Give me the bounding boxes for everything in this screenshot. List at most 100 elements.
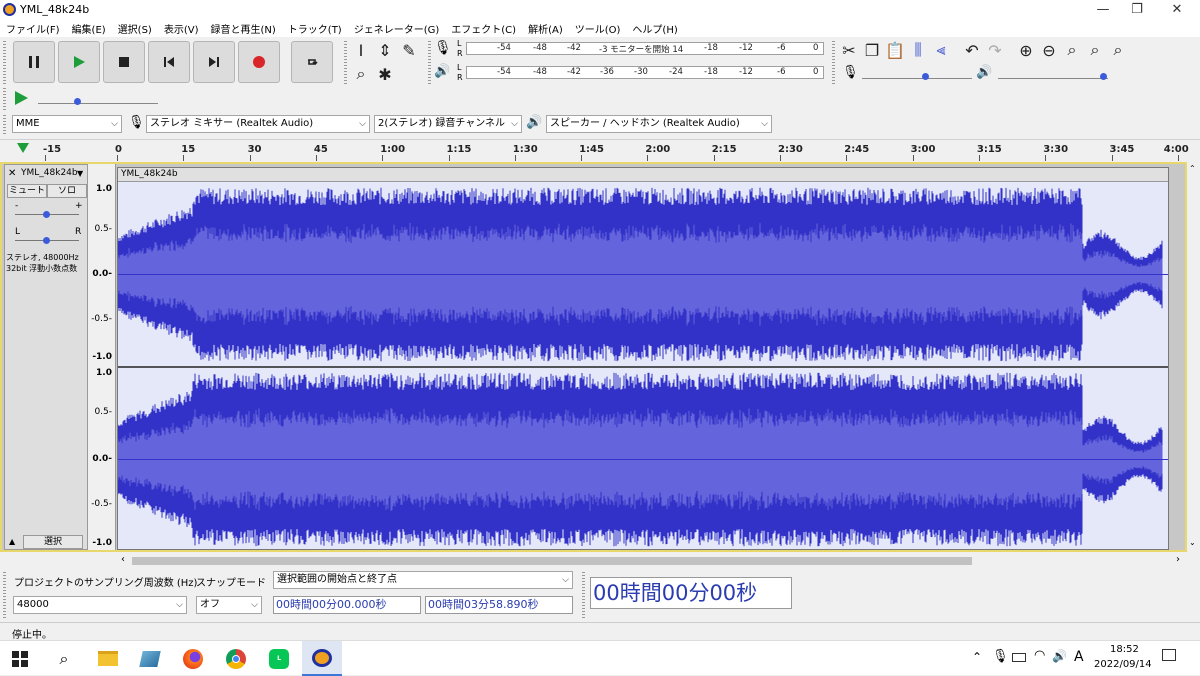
windows-start-icon[interactable] (0, 641, 40, 676)
app-icon[interactable] (130, 641, 170, 676)
recording-channels-select[interactable]: 2(ステレオ) 録音チャンネル ⌵ (374, 115, 522, 133)
snap-select[interactable]: オフ ⌵ (196, 596, 262, 614)
mute-button[interactable]: ミュート (7, 184, 47, 198)
cut-icon[interactable]: ✂ (838, 39, 860, 61)
playback-device-select[interactable]: スピーカー / ヘッドホン (Realtek Audio) ⌵ (546, 115, 772, 133)
select-track-button[interactable]: 選択 (23, 535, 83, 549)
network-icon[interactable]: ◠ (1034, 648, 1045, 663)
transport-toolbar (13, 41, 333, 83)
waveform[interactable] (118, 183, 1168, 549)
zoom-in-icon[interactable]: ⊕ (1015, 39, 1037, 61)
microphone-icon[interactable]: 🎙 (434, 40, 452, 56)
input-volume-icon: 🎙 (842, 65, 859, 80)
clock-date[interactable]: 2022/09/14 (1094, 659, 1152, 670)
project-rate-select[interactable]: 48000 ⌵ (13, 596, 187, 614)
play-speed-slider[interactable] (38, 90, 158, 105)
line-icon[interactable]: L (259, 641, 299, 676)
record-meter[interactable]: -54 -48 -42 -3 モニターを開始 14 -18 -12 -6 0 (466, 42, 824, 55)
menu-transport[interactable]: 録音と再生(N) (205, 19, 282, 37)
output-volume-icon: 🔊 (976, 65, 993, 80)
search-icon[interactable]: ⌕ (44, 641, 84, 676)
clip-title-bar[interactable]: YML_48k24b (118, 168, 1168, 182)
selection-tool-icon[interactable]: I (350, 39, 372, 61)
play-button[interactable] (58, 41, 100, 83)
zoom-tool-icon[interactable]: ⌕ (350, 63, 372, 85)
ime-indicator[interactable]: A (1074, 649, 1084, 665)
selection-end-time[interactable]: 00時間03分58.890秒 (425, 596, 573, 614)
menu-effect[interactable]: エフェクト(C) (445, 19, 522, 37)
multi-tool-icon[interactable]: ✱ (374, 63, 396, 85)
track-menu-chevron-icon[interactable]: ▼ (77, 169, 83, 178)
play-icon (74, 56, 85, 68)
selection-mode-select[interactable]: 選択範囲の開始点と終了点 ⌵ (273, 571, 573, 589)
menu-file[interactable]: ファイル(F) (0, 19, 66, 37)
vertical-scrollbar[interactable]: ⌃ ⌄ (1187, 162, 1200, 552)
mic-tray-icon[interactable]: 🎙 (992, 649, 1009, 664)
audio-clip[interactable]: YML_48k24b (117, 167, 1169, 550)
solo-button[interactable]: ソロ (47, 184, 87, 198)
file-explorer-icon[interactable] (88, 641, 128, 676)
toolbar-grip[interactable] (3, 41, 6, 85)
recording-device-select[interactable]: ステレオ ミキサー (Realtek Audio) ⌵ (146, 115, 370, 133)
pan-slider[interactable] (15, 235, 79, 244)
zoom-out-icon[interactable]: ⊖ (1038, 39, 1060, 61)
record-button[interactable] (238, 41, 280, 83)
redo-icon[interactable]: ↷ (984, 39, 1006, 61)
ruler-tick-label: 3:00 (910, 144, 936, 155)
output-volume-slider[interactable] (998, 65, 1108, 80)
menu-generate[interactable]: ジェネレーター(G) (348, 19, 446, 37)
menu-view[interactable]: 表示(V) (158, 19, 205, 37)
silence-icon[interactable]: ⫷ (930, 39, 952, 61)
ruler-tick-mark (780, 155, 781, 161)
window-title: YML_48k24b (20, 3, 90, 16)
copy-icon[interactable]: ❐ (861, 39, 883, 61)
track-close-icon[interactable]: ✕ (8, 168, 16, 179)
mixer-toolbar: 🎙 🔊 (838, 64, 1118, 84)
close-icon[interactable]: ✕ (1154, 0, 1200, 19)
show-hidden-icons-chevron-icon[interactable]: ⌃ (972, 650, 982, 664)
timeline-ruler[interactable]: -15 0 15 30 45 1:00 1:15 1:30 1:45 2:00 2:15 2:30 2:… (0, 139, 1200, 161)
stop-button[interactable] (103, 41, 145, 83)
menu-select[interactable]: 選択(S) (112, 19, 158, 37)
menu-analyze[interactable]: 解析(A) (522, 19, 569, 37)
battery-icon[interactable] (1012, 653, 1026, 662)
fit-project-icon[interactable]: ⌕ (1084, 39, 1106, 61)
timeline-options-icon[interactable] (16, 142, 30, 157)
playback-meter[interactable]: -54 -48 -42 -36 -30 -24 -18 -12 -6 0 (466, 66, 824, 79)
gain-slider[interactable] (15, 209, 79, 218)
firefox-icon[interactable] (173, 641, 213, 676)
envelope-tool-icon[interactable]: ⇕ (374, 39, 396, 61)
audacity-taskbar-icon[interactable] (302, 641, 342, 676)
audio-host-select[interactable]: MME ⌵ (12, 115, 122, 133)
volume-tray-icon[interactable]: 🔊 (1052, 649, 1067, 663)
track-control-panel[interactable]: ✕ YML_48k24b ▼ ミュート ソロ - + L R ステレオ, 480… (4, 164, 88, 550)
menu-edit[interactable]: 編集(E) (66, 19, 112, 37)
audacity-logo-icon (3, 3, 16, 16)
selection-start-time[interactable]: 00時間00分00.000秒 (273, 596, 421, 614)
menu-help[interactable]: ヘルプ(H) (626, 19, 683, 37)
clock-time[interactable]: 18:52 (1110, 644, 1139, 655)
play-at-speed-button[interactable] (13, 90, 29, 109)
menu-tracks[interactable]: トラック(T) (282, 19, 348, 37)
skip-end-button[interactable] (193, 41, 235, 83)
track-name-button[interactable]: YML_48k24b (21, 168, 78, 178)
collapse-track-icon[interactable]: ▲ (9, 537, 15, 546)
pause-button[interactable] (13, 41, 55, 83)
notification-icon[interactable] (1162, 649, 1176, 661)
horizontal-scrollbar[interactable]: ‹ › (118, 554, 1187, 568)
undo-icon[interactable]: ↶ (961, 39, 983, 61)
audio-position-time[interactable]: 00時間00分00秒 (590, 577, 792, 609)
loop-button[interactable] (291, 41, 333, 83)
input-volume-slider[interactable] (862, 65, 972, 80)
zoom-toggle-icon[interactable]: ⌕ (1107, 39, 1129, 61)
ruler-tick-label: -15 (43, 144, 62, 155)
fit-selection-icon[interactable]: ⌕ (1061, 39, 1083, 61)
draw-tool-icon[interactable]: ✎ (398, 39, 420, 61)
speaker-icon[interactable]: 🔊 (434, 64, 450, 79)
paste-icon[interactable]: 📋 (884, 39, 906, 61)
chrome-icon[interactable] (216, 641, 256, 676)
skip-start-button[interactable] (148, 41, 190, 83)
menu-tools[interactable]: ツール(O) (569, 19, 627, 37)
trim-icon[interactable]: ⫼ (907, 39, 929, 61)
amplitude-scale[interactable]: 1.0 0.5- 0.0- -0.5- -1.0 1.0 0.5- 0.0- -… (88, 164, 116, 550)
